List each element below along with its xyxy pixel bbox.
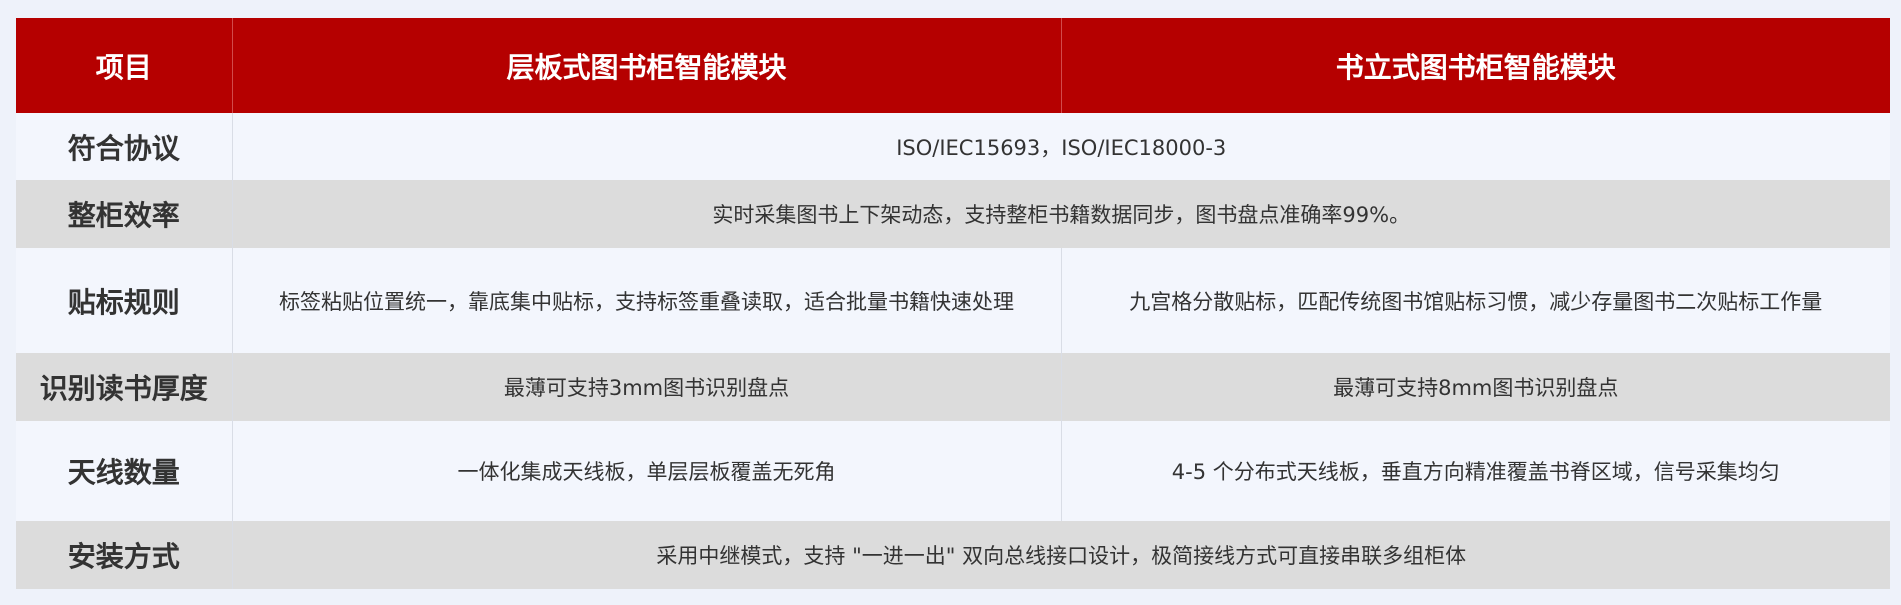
comparison-table: 项目 层板式图书柜智能模块 书立式图书柜智能模块 符合协议 ISO/IEC156… [16,18,1890,589]
table-row-antenna: 天线数量 一体化集成天线板，单层层板覆盖无死角 4-5 个分布式天线板，垂直方向… [16,421,1890,521]
cell-upright: 最薄可支持8mm图书识别盘点 [1061,353,1890,421]
row-label: 天线数量 [16,421,233,521]
cell-upright: 4-5 个分布式天线板，垂直方向精准覆盖书脊区域，信号采集均匀 [1061,421,1890,521]
cell-upright: 九宫格分散贴标，匹配传统图书馆贴标习惯，减少存量图书二次贴标工作量 [1061,248,1890,353]
row-label: 贴标规则 [16,248,233,353]
cell-merged: 实时采集图书上下架动态，支持整柜书籍数据同步，图书盘点准确率99%。 [232,180,1890,248]
row-label: 符合协议 [16,113,233,180]
comparison-table-container: 项目 层板式图书柜智能模块 书立式图书柜智能模块 符合协议 ISO/IEC156… [16,18,1890,589]
header-shelf-module: 层板式图书柜智能模块 [232,18,1062,113]
row-label: 安装方式 [16,521,233,589]
cell-shelf: 标签粘贴位置统一，靠底集中贴标，支持标签重叠读取，适合批量书籍快速处理 [232,248,1062,353]
table-row-efficiency: 整柜效率 实时采集图书上下架动态，支持整柜书籍数据同步，图书盘点准确率99%。 [16,180,1890,248]
cell-merged: 采用中继模式，支持 "一进一出" 双向总线接口设计，极简接线方式可直接串联多组柜… [232,521,1890,589]
table-row-label-rule: 贴标规则 标签粘贴位置统一，靠底集中贴标，支持标签重叠读取，适合批量书籍快速处理… [16,248,1890,353]
table-header-row: 项目 层板式图书柜智能模块 书立式图书柜智能模块 [16,18,1890,113]
cell-merged: ISO/IEC15693，ISO/IEC18000-3 [232,113,1890,180]
row-label: 整柜效率 [16,180,233,248]
table-row-protocol: 符合协议 ISO/IEC15693，ISO/IEC18000-3 [16,113,1890,180]
cell-shelf: 一体化集成天线板，单层层板覆盖无死角 [232,421,1062,521]
header-item: 项目 [16,18,233,113]
header-upright-module: 书立式图书柜智能模块 [1061,18,1890,113]
table-row-installation: 安装方式 采用中继模式，支持 "一进一出" 双向总线接口设计，极简接线方式可直接… [16,521,1890,589]
row-label: 识别读书厚度 [16,353,233,421]
table-row-thickness: 识别读书厚度 最薄可支持3mm图书识别盘点 最薄可支持8mm图书识别盘点 [16,353,1890,421]
cell-shelf: 最薄可支持3mm图书识别盘点 [232,353,1062,421]
